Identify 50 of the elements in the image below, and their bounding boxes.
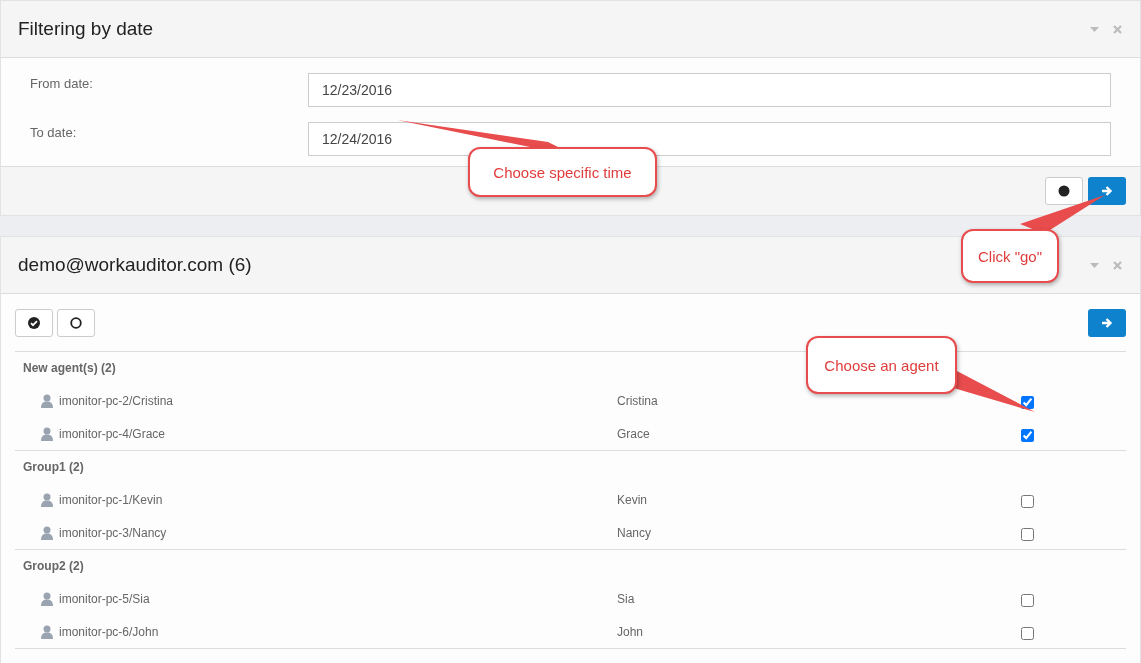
arrow-right-icon <box>1101 185 1113 197</box>
agent-user: Grace <box>617 426 651 441</box>
user-icon <box>41 525 53 540</box>
agent-user: Sia <box>617 591 636 606</box>
reset-button[interactable] <box>1045 177 1083 205</box>
callout: Choose an agent <box>806 336 957 394</box>
agent-checkbox[interactable] <box>1021 627 1034 640</box>
date-field[interactable]: 12/23/2016 <box>308 73 1111 107</box>
agent-checkbox[interactable] <box>1021 495 1034 508</box>
user-icon <box>41 591 53 606</box>
panel-title: Filtering by date <box>18 18 154 40</box>
go-button[interactable] <box>1088 308 1126 337</box>
arrow-right-icon <box>1101 316 1113 329</box>
date-field[interactable]: 12/24/2016 <box>308 122 1111 156</box>
user-icon <box>41 492 53 507</box>
agent-computer: imonitor-pc-6/John <box>59 624 159 639</box>
agent-user: Kevin <box>617 492 649 507</box>
agent-user: Cristina <box>617 393 659 408</box>
agent-user: John <box>617 624 645 639</box>
group-name: Group1 (2) <box>22 459 84 476</box>
agent-user: Nancy <box>617 525 652 540</box>
caret-icon <box>1090 26 1099 32</box>
check-circle-icon <box>28 316 40 329</box>
caret-icon <box>1090 262 1099 268</box>
circle-icon <box>70 316 82 329</box>
group-name: Group2 (2) <box>22 558 84 575</box>
agent-checkbox[interactable] <box>1021 594 1034 607</box>
agent-checkbox[interactable] <box>1021 528 1034 541</box>
agent-checkbox[interactable] <box>1021 396 1034 409</box>
close-icon <box>1113 24 1122 34</box>
agent-computer: imonitor-pc-5/Sia <box>59 591 150 606</box>
user-icon <box>41 426 53 441</box>
agent-computer: imonitor-pc-3/Nancy <box>59 525 167 540</box>
agent-checkbox[interactable] <box>1021 429 1034 442</box>
select-all-button[interactable] <box>15 308 53 337</box>
user-icon <box>41 624 53 639</box>
agent-computer: imonitor-pc-4/Grace <box>59 426 166 441</box>
panel-title: demo@workauditor.com (6) <box>18 254 252 276</box>
group-name: New agent(s) (2) <box>22 360 116 377</box>
callout: Click "go" <box>961 229 1059 283</box>
deselect-all-button[interactable] <box>57 308 95 337</box>
close-icon <box>1113 260 1122 270</box>
agent-computer: imonitor-pc-1/Kevin <box>59 492 163 507</box>
field-label: From date: <box>30 75 94 91</box>
field-label: To date: <box>30 124 78 140</box>
callout: Choose specific time <box>468 147 657 197</box>
user-icon <box>41 393 53 408</box>
go-button[interactable] <box>1088 177 1126 205</box>
dot-icon <box>1058 185 1070 197</box>
agent-computer: imonitor-pc-2/Cristina <box>59 393 174 408</box>
